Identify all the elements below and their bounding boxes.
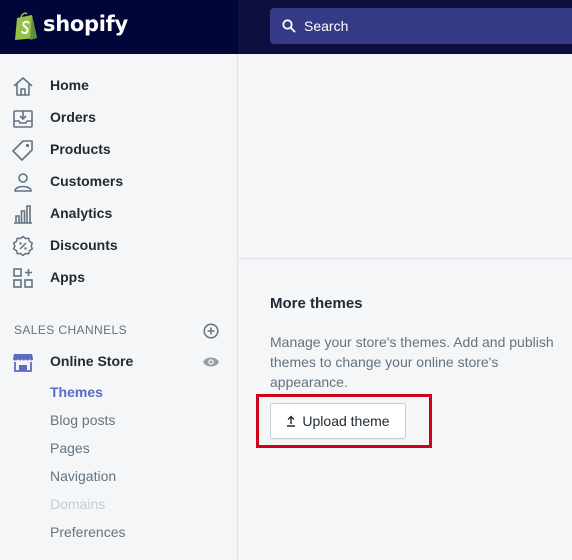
main-content: More themes Manage your store's themes. … (238, 54, 572, 560)
add-channel-icon[interactable] (203, 323, 219, 339)
sidebar-item-label: Customers (50, 173, 124, 189)
sidebar-item-customers[interactable]: Customers (0, 166, 237, 198)
search-placeholder: Search (304, 18, 349, 34)
sidebar-subitem-pages[interactable]: Pages (50, 440, 90, 456)
sidebar-item-label: Analytics (50, 205, 113, 221)
discount-icon (12, 235, 34, 257)
sidebar-subitem-blog-posts[interactable]: Blog posts (50, 412, 115, 428)
sales-channels-heading: SALES CHANNELS (14, 323, 127, 337)
sidebar-item-apps[interactable]: Apps (0, 262, 237, 294)
upload-icon (287, 415, 296, 427)
apps-icon (13, 268, 33, 288)
sidebar-item-products[interactable]: Products (0, 134, 237, 166)
sidebar-item-label: Discounts (50, 237, 118, 253)
section-divider (238, 258, 572, 259)
store-icon (13, 354, 33, 372)
sidebar-item-label: Online Store (50, 353, 134, 369)
sidebar-item-label: Products (50, 141, 111, 157)
sidebar-item-orders[interactable]: Orders (0, 102, 237, 134)
sidebar-subitem-themes[interactable]: Themes (50, 384, 103, 400)
sidebar-item-label: Home (50, 77, 89, 93)
brand-area[interactable]: shopify (0, 0, 238, 54)
sidebar-subitem-navigation[interactable]: Navigation (50, 468, 116, 484)
shopify-logo-icon (15, 12, 37, 40)
brand-name: shopify (43, 12, 128, 36)
top-bar: shopify Search (0, 0, 572, 54)
more-themes-description: Manage your store's themes. Add and publ… (270, 334, 554, 390)
person-icon (14, 173, 32, 192)
sidebar: Home Orders Products Customers Analytics (0, 54, 238, 560)
sidebar-subitem-domains: Domains (50, 496, 106, 512)
sidebar-item-home[interactable]: Home (0, 70, 237, 102)
sidebar-item-label: Orders (50, 109, 96, 125)
home-icon (13, 77, 33, 96)
bar-chart-icon (14, 205, 32, 224)
upload-theme-label: Upload theme (302, 413, 390, 429)
more-themes-title: More themes (270, 295, 363, 312)
tag-icon (12, 140, 33, 161)
sidebar-subitem-preferences[interactable]: Preferences (50, 524, 125, 540)
sidebar-item-label: Apps (50, 269, 85, 285)
eye-icon[interactable] (202, 355, 220, 369)
sidebar-item-discounts[interactable]: Discounts (0, 230, 237, 262)
upload-theme-button[interactable]: Upload theme (270, 403, 406, 439)
sidebar-item-online-store[interactable]: Online Store (0, 346, 237, 378)
sidebar-item-analytics[interactable]: Analytics (0, 198, 237, 230)
search-icon (282, 19, 296, 33)
orders-icon (13, 110, 33, 128)
search-input[interactable]: Search (270, 8, 572, 44)
